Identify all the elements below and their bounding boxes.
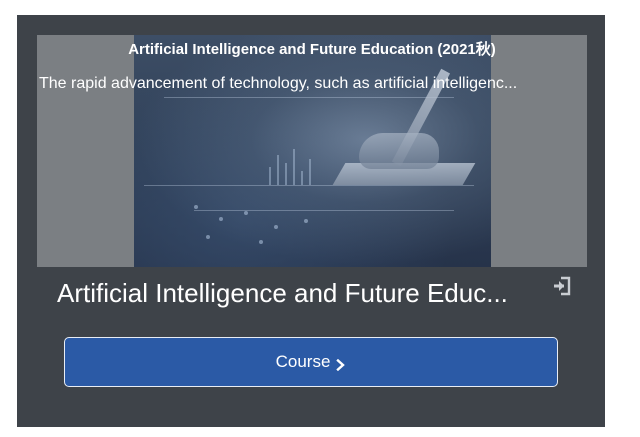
- course-banner[interactable]: Artificial Intelligence and Future Educa…: [37, 35, 587, 267]
- course-title[interactable]: Artificial Intelligence and Future Educ.…: [57, 277, 537, 309]
- banner-image: [134, 35, 491, 267]
- course-button[interactable]: Course: [64, 337, 558, 387]
- course-button-label: Course: [275, 352, 331, 371]
- exit-icon[interactable]: [552, 275, 574, 297]
- course-card: Artificial Intelligence and Future Educa…: [17, 15, 605, 427]
- chevron-right-icon: [336, 356, 346, 372]
- banner-description: The rapid advancement of technology, suc…: [39, 75, 518, 92]
- banner-title: Artificial Intelligence and Future Educa…: [128, 41, 496, 58]
